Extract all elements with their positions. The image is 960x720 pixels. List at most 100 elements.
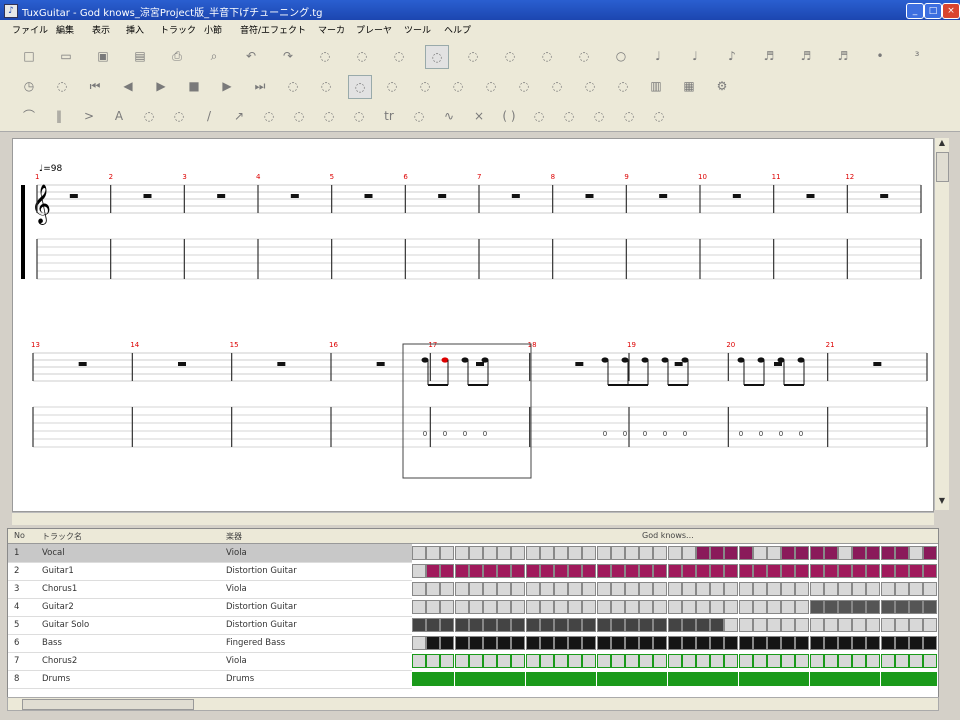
measure-cell[interactable] bbox=[681, 618, 696, 632]
track-row[interactable]: 8 Drums Drums bbox=[8, 670, 412, 689]
piano-icon[interactable]: ▦ bbox=[678, 75, 700, 97]
measure-cell[interactable] bbox=[738, 564, 753, 578]
bend-icon[interactable]: ↗ bbox=[228, 105, 250, 127]
dead-note-icon[interactable]: × bbox=[468, 105, 490, 127]
measure-cell[interactable] bbox=[752, 600, 767, 614]
tapping-icon[interactable]: ◌ bbox=[588, 105, 610, 127]
vibrato-icon[interactable]: ∿ bbox=[438, 105, 460, 127]
measure-cell[interactable] bbox=[809, 546, 824, 560]
dynamic-mf-icon[interactable]: ◌ bbox=[579, 75, 601, 97]
measure-cell[interactable] bbox=[625, 600, 639, 614]
scrollbar-thumb[interactable] bbox=[22, 699, 194, 710]
close-button[interactable]: × bbox=[942, 3, 960, 19]
measure-cell[interactable] bbox=[639, 654, 654, 668]
first-icon[interactable]: ⏮ bbox=[84, 75, 106, 97]
measure-cell[interactable] bbox=[724, 618, 739, 632]
measure-cell[interactable] bbox=[454, 672, 469, 686]
measure-cell[interactable] bbox=[767, 600, 781, 614]
measure-cell[interactable] bbox=[610, 636, 625, 650]
measure-cell[interactable] bbox=[511, 564, 526, 578]
measure-cell[interactable] bbox=[738, 582, 753, 596]
measure-cell[interactable] bbox=[880, 546, 895, 560]
measure-cell[interactable] bbox=[426, 564, 441, 578]
measure-cell[interactable] bbox=[426, 600, 441, 614]
measure-cell[interactable] bbox=[823, 618, 838, 632]
measure-cell[interactable] bbox=[596, 546, 611, 560]
measure-cell[interactable] bbox=[866, 636, 881, 650]
measure-cell[interactable] bbox=[511, 618, 526, 632]
measure-cell[interactable] bbox=[511, 582, 526, 596]
measure-cell[interactable] bbox=[582, 618, 597, 632]
chord-icon[interactable]: ◌ bbox=[573, 45, 595, 67]
measure-cell[interactable] bbox=[412, 636, 426, 650]
track-row[interactable]: 2 Guitar1 Distortion Guitar bbox=[8, 562, 412, 581]
edit-mode-icon[interactable]: ◌ bbox=[425, 45, 449, 69]
measure-cell[interactable] bbox=[539, 618, 554, 632]
measure-cell[interactable] bbox=[483, 582, 497, 596]
undo-icon[interactable]: ↶ bbox=[240, 45, 262, 67]
measure-cell[interactable] bbox=[809, 672, 824, 686]
measure-cell[interactable] bbox=[483, 546, 497, 560]
measure-cell[interactable] bbox=[752, 654, 767, 668]
measure-cell[interactable] bbox=[554, 564, 568, 578]
measure-cell[interactable] bbox=[667, 546, 682, 560]
slapping-icon[interactable]: ◌ bbox=[618, 105, 640, 127]
measure-cell[interactable] bbox=[781, 654, 796, 668]
measure-cell[interactable] bbox=[681, 600, 696, 614]
fretboard-icon[interactable]: ◌ bbox=[536, 45, 558, 67]
print-preview-icon[interactable]: ⌕ bbox=[203, 45, 225, 67]
repeat-open-icon[interactable]: ‖ bbox=[48, 105, 70, 127]
measure-cell[interactable] bbox=[823, 654, 838, 668]
measure-cell[interactable] bbox=[525, 600, 540, 614]
measure-cell[interactable] bbox=[738, 618, 753, 632]
measure-cell[interactable] bbox=[781, 618, 796, 632]
measure-cell[interactable] bbox=[752, 636, 767, 650]
measure-cell[interactable] bbox=[440, 546, 455, 560]
track-table[interactable]: No トラック名 楽器 God knows... 1 Vocal Viola 2 Gui… bbox=[7, 528, 939, 698]
transport-mode-icon[interactable]: ◌ bbox=[51, 75, 73, 97]
measure-cell[interactable] bbox=[710, 546, 725, 560]
measure-cell[interactable] bbox=[866, 546, 881, 560]
last-icon[interactable]: ⏭ bbox=[249, 75, 271, 97]
measure-cell[interactable] bbox=[539, 636, 554, 650]
measure-cell[interactable] bbox=[923, 582, 938, 596]
measure-cell[interactable] bbox=[554, 636, 568, 650]
previous-icon[interactable]: ◀ bbox=[117, 75, 139, 97]
measure-cell[interactable] bbox=[412, 654, 426, 668]
scroll-up-icon[interactable]: ▲ bbox=[935, 138, 949, 150]
measure-cell[interactable] bbox=[923, 636, 938, 650]
measure-cell[interactable] bbox=[582, 546, 597, 560]
track-row[interactable]: 1 Vocal Viola bbox=[8, 544, 412, 563]
measure-cell[interactable] bbox=[412, 582, 426, 596]
menu-edit[interactable]: 編集 bbox=[56, 23, 74, 36]
measure-cell[interactable] bbox=[781, 564, 796, 578]
measure-cell[interactable] bbox=[795, 546, 810, 560]
measure-cell[interactable] bbox=[653, 600, 668, 614]
measure-cell[interactable] bbox=[696, 600, 710, 614]
track-row[interactable]: 3 Chorus1 Viola bbox=[8, 580, 412, 599]
scroll-down-icon[interactable]: ▼ bbox=[935, 496, 949, 508]
measure-cell[interactable] bbox=[440, 672, 455, 686]
measure-cell[interactable] bbox=[497, 618, 512, 632]
measure-cell[interactable] bbox=[568, 546, 583, 560]
measure-cell[interactable] bbox=[894, 600, 909, 614]
measure-cell[interactable] bbox=[625, 582, 639, 596]
menu-view[interactable]: 表示 bbox=[92, 23, 110, 36]
measure-cell[interactable] bbox=[497, 654, 512, 668]
measure-cell[interactable] bbox=[781, 546, 796, 560]
let-ring-icon[interactable]: ◌ bbox=[348, 105, 370, 127]
track-remove-icon[interactable]: ◌ bbox=[315, 75, 337, 97]
measure-cell[interactable] bbox=[667, 654, 682, 668]
palm-mute-icon[interactable]: ◌ bbox=[288, 105, 310, 127]
measure-cell[interactable] bbox=[894, 636, 909, 650]
measure-cell[interactable] bbox=[710, 564, 725, 578]
measure-cell[interactable] bbox=[767, 654, 781, 668]
measure-cell[interactable] bbox=[582, 654, 597, 668]
measure-cell[interactable] bbox=[809, 582, 824, 596]
measure-cell[interactable] bbox=[412, 618, 426, 632]
measure-cell[interactable] bbox=[610, 564, 625, 578]
measure-cell[interactable] bbox=[412, 564, 426, 578]
measure-cell[interactable] bbox=[426, 654, 441, 668]
accent-icon[interactable]: > bbox=[78, 105, 100, 127]
measure-cell[interactable] bbox=[866, 600, 881, 614]
